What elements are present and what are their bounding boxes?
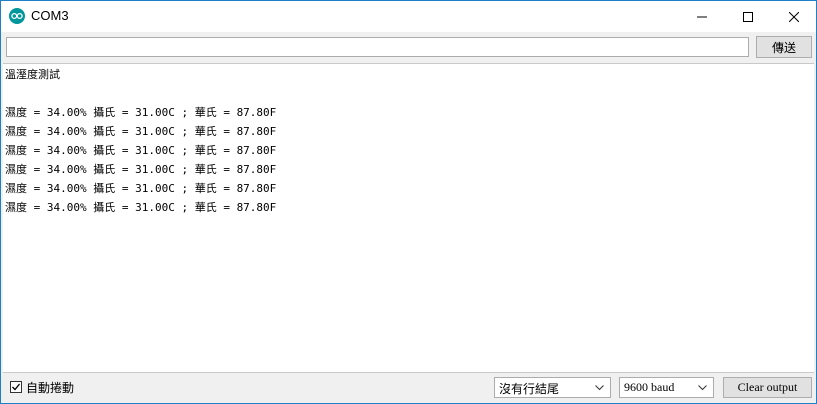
check-icon xyxy=(12,383,21,391)
maximize-button[interactable] xyxy=(725,1,771,32)
clear-output-button[interactable]: Clear output xyxy=(723,377,812,398)
close-icon xyxy=(789,11,799,22)
autoscroll-checkbox[interactable] xyxy=(10,381,22,393)
output-line: 溫溼度測試 xyxy=(5,68,60,81)
serial-output[interactable]: 溫溼度測試 濕度 = 34.00% 攝氏 = 31.00C ; 華氏 = 87.… xyxy=(3,63,814,373)
baud-rate-value: 9600 baud xyxy=(624,380,675,394)
chevron-down-icon xyxy=(698,385,707,391)
send-button[interactable]: 傳送 xyxy=(756,36,812,58)
minimize-icon xyxy=(697,16,707,17)
send-input[interactable] xyxy=(6,37,749,57)
autoscroll-label[interactable]: 自動捲動 xyxy=(26,379,74,396)
maximize-icon xyxy=(743,11,753,22)
output-line: 濕度 = 34.00% 攝氏 = 31.00C ; 華氏 = 87.80F xyxy=(5,201,277,214)
title-bar[interactable]: COM3 xyxy=(1,1,816,32)
line-ending-value: 沒有行結尾 xyxy=(499,382,560,396)
minimize-button[interactable] xyxy=(679,1,725,32)
output-line: 濕度 = 34.00% 攝氏 = 31.00C ; 華氏 = 87.80F xyxy=(5,144,277,157)
output-line: 濕度 = 34.00% 攝氏 = 31.00C ; 華氏 = 87.80F xyxy=(5,125,277,138)
arduino-icon xyxy=(9,8,25,24)
chevron-down-icon xyxy=(595,385,604,391)
serial-monitor-window: COM3 傳送 溫溼度測試 濕度 = 34.00% 攝氏 = 31.00C ; … xyxy=(0,0,817,404)
output-line: 濕度 = 34.00% 攝氏 = 31.00C ; 華氏 = 87.80F xyxy=(5,182,277,195)
output-line: 濕度 = 34.00% 攝氏 = 31.00C ; 華氏 = 87.80F xyxy=(5,106,277,119)
line-ending-select[interactable]: 沒有行結尾 xyxy=(494,377,611,398)
baud-rate-select[interactable]: 9600 baud xyxy=(619,377,714,398)
window-title: COM3 xyxy=(31,8,69,23)
close-button[interactable] xyxy=(771,1,817,32)
output-line: 濕度 = 34.00% 攝氏 = 31.00C ; 華氏 = 87.80F xyxy=(5,163,277,176)
